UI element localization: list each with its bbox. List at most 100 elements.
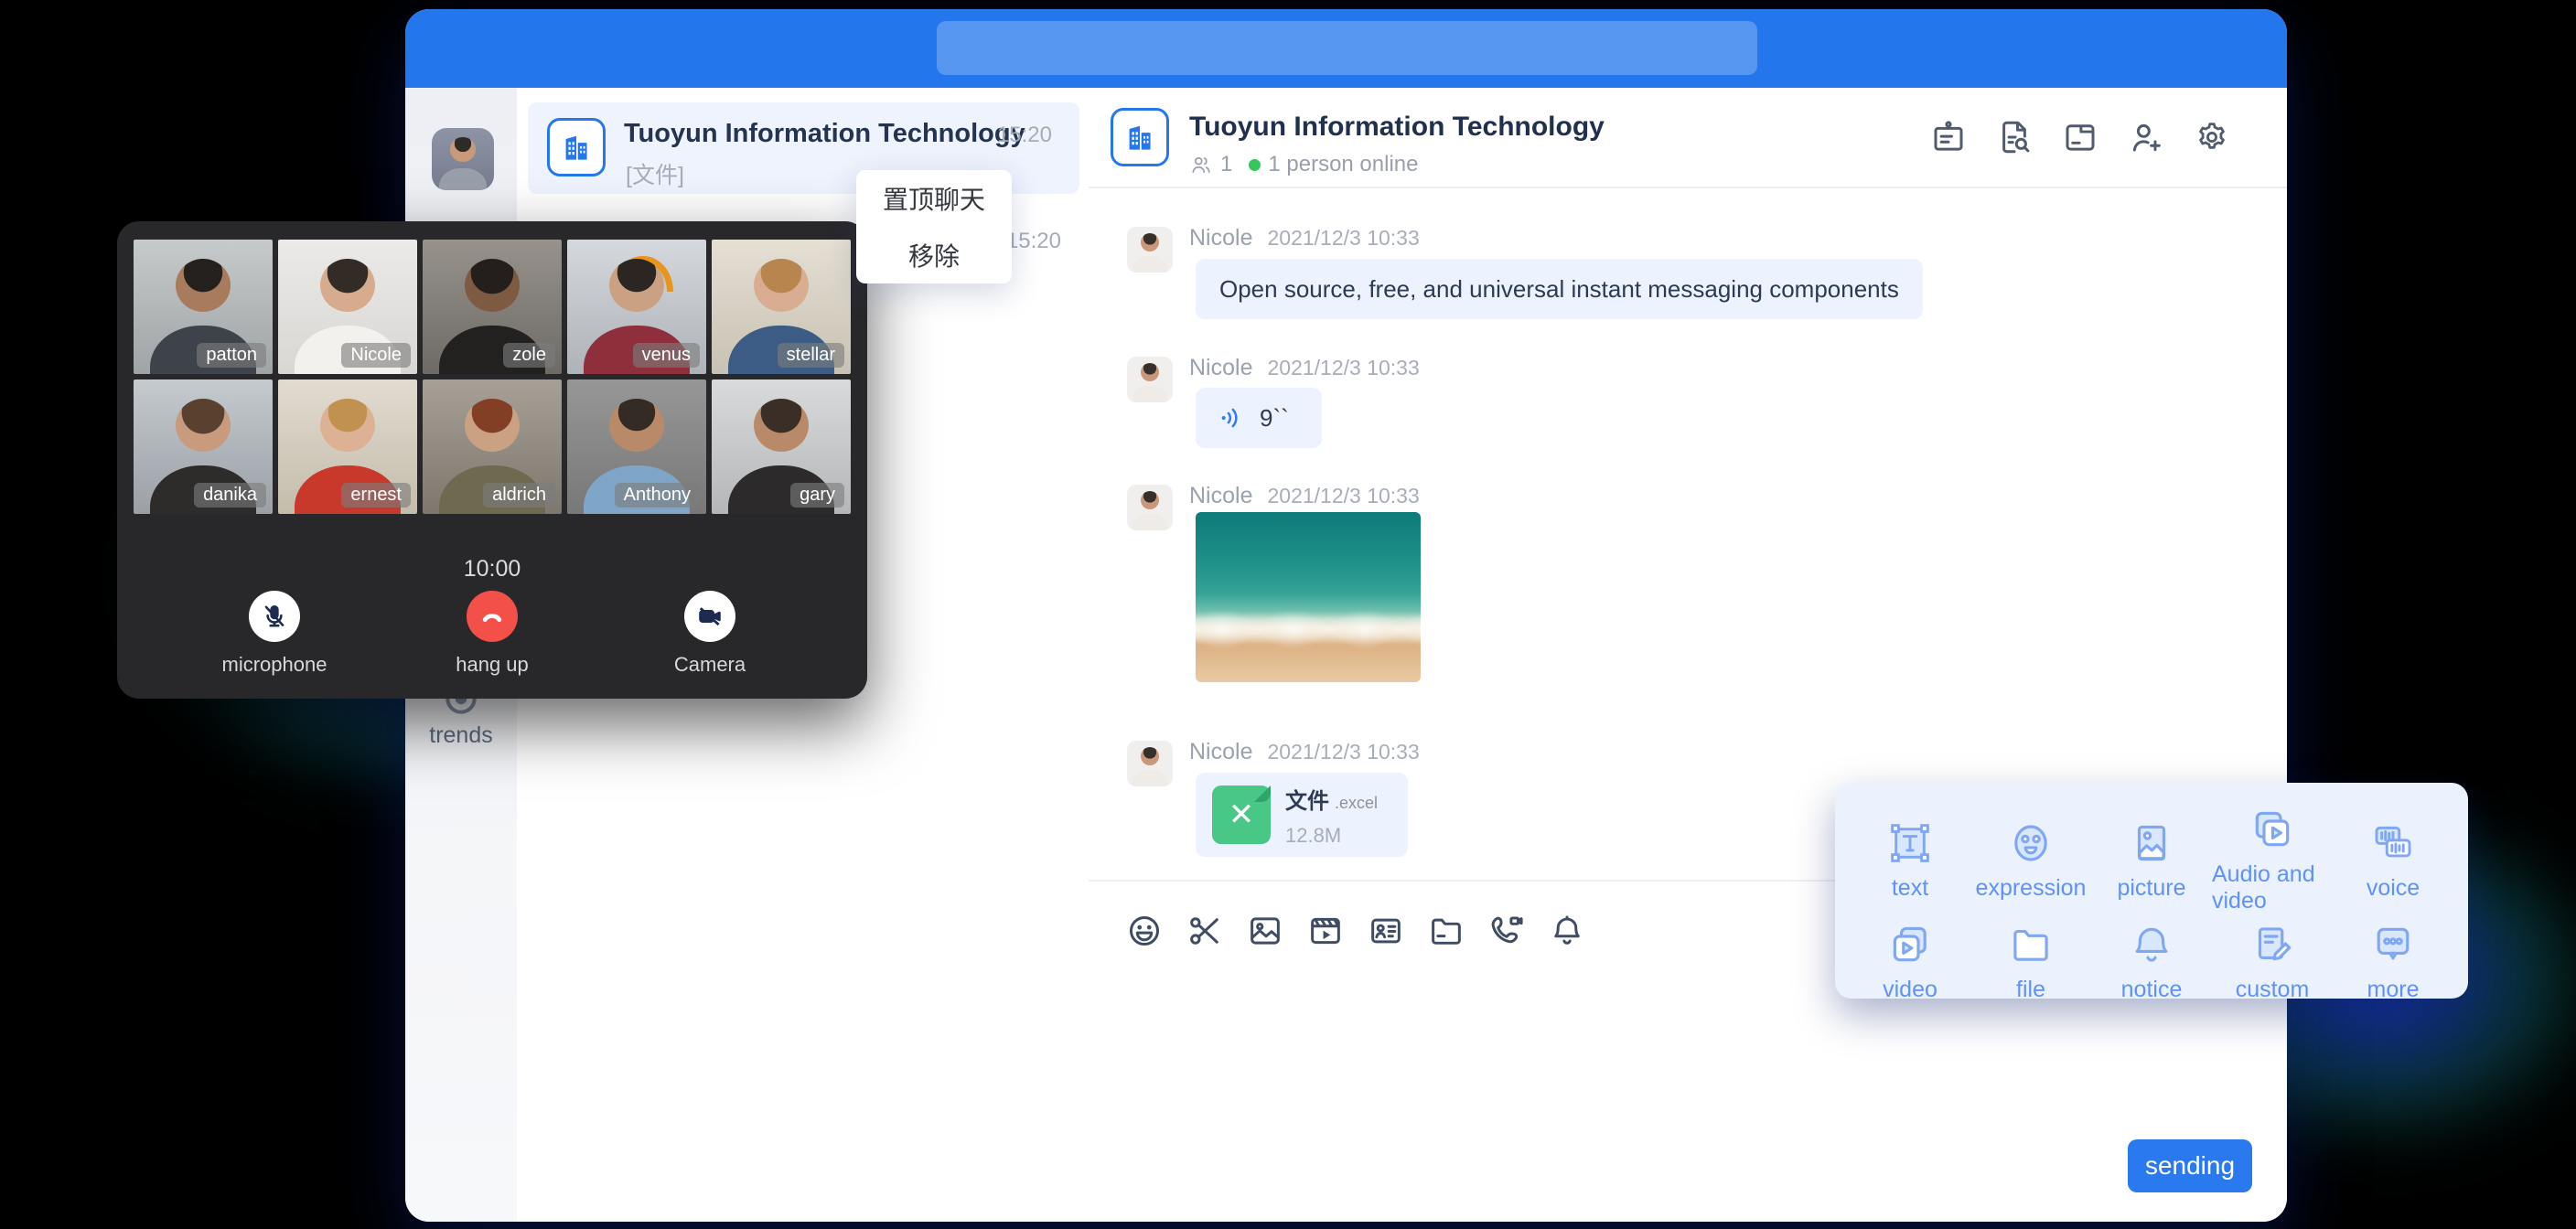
participant-name: aldrich [483,483,555,508]
voice-wave-icon [1218,403,1247,433]
panel-item-picture[interactable]: picture [2091,805,2212,914]
online-dot [1249,159,1261,171]
folder-icon [1427,912,1465,950]
sender-name: Nicole [1189,355,1252,380]
participant-tile: Nicole [278,240,417,374]
add-member-button[interactable] [2126,117,2166,157]
message-time: 2021/12/3 10:33 [1267,484,1419,508]
message-avatar[interactable] [1127,227,1173,273]
more-icon [2368,920,2418,969]
microphone-muted-icon [259,601,290,632]
hangup-circle[interactable] [467,591,518,642]
panel-label: expression [1976,875,2087,902]
add-member-icon [2127,118,2165,156]
conversation-time: 15:20 [997,123,1052,148]
panel-item-text[interactable]: text [1850,805,1970,914]
participant-name: Anthony [615,483,700,508]
picture-icon [2127,818,2176,868]
chat-title: Tuoyun Information Technology [1189,112,1605,143]
audio-video-icon [2248,805,2297,854]
panel-item-voice[interactable]: voice [2333,805,2453,914]
hang-up-icon [477,601,508,632]
avatar-silhouette [1127,485,1173,530]
panel-item-custom[interactable]: custom [2212,920,2333,1003]
panel-item-video[interactable]: video [1850,920,1970,1003]
camera-toggle[interactable]: Camera [629,591,790,677]
image-message-beach[interactable] [1196,512,1421,682]
panel-item-more[interactable]: more [2333,920,2453,1003]
chat-history-button[interactable] [1994,117,2034,157]
search-bar[interactable] [937,21,1757,75]
avatar-silhouette [432,128,494,190]
participant-tile: ernest [278,379,417,514]
participant-name: Nicole [341,343,411,368]
voice-message-bubble[interactable]: 9`` [1196,388,1322,448]
mic-label: microphone [194,653,355,677]
conversation-title: Tuoyun Information Technology [624,119,1025,149]
send-button[interactable]: sending [2128,1139,2252,1192]
avatar-silhouette [1127,741,1173,786]
message-avatar[interactable] [1127,357,1173,402]
menu-item-pin-chat[interactable]: 置顶聊天 [856,170,1012,227]
message-avatar[interactable] [1127,741,1173,786]
file-message-bubble[interactable]: ✕ 文件.excel 12.8M [1196,773,1408,857]
hang-up-button[interactable]: hang up [412,591,573,677]
participant-name: danika [194,483,266,508]
avatar-silhouette [1127,227,1173,273]
panel-label: voice [2367,875,2420,902]
camera-label: Camera [629,653,790,677]
participant-tile: stellar [712,240,851,374]
screenshot-icon [1186,912,1224,950]
menu-item-remove[interactable]: 移除 [856,227,1012,283]
participant-name: gary [790,483,844,508]
video-call-button[interactable] [1487,912,1526,950]
files-icon [2061,118,2099,156]
context-menu: 置顶聊天 移除 [856,170,1012,283]
panel-label: custom [2236,977,2310,1003]
emoji-button[interactable] [1125,912,1164,950]
chat-panel: Tuoyun Information Technology 1 1 person… [1089,88,2287,1222]
image-button[interactable] [1246,912,1284,950]
settings-button[interactable] [2192,117,2232,157]
file-ext: .excel [1335,794,1378,812]
panel-label: more [2367,977,2420,1003]
user-avatar[interactable] [432,128,494,190]
camera-circle[interactable] [684,591,735,642]
video-button[interactable] [1306,912,1345,950]
avatar-silhouette [1127,357,1173,402]
announcement-button[interactable] [1928,117,1969,157]
files-button[interactable] [2060,117,2100,157]
chat-subtitle: 1 1 person online [1189,152,1418,177]
camera-muted-icon [694,601,725,632]
screenshot-button[interactable] [1186,912,1224,950]
message-type-panel: text expression picture Audio and video … [1835,783,2468,999]
notification-button[interactable] [1548,912,1586,950]
participant-name: ernest [341,483,411,508]
microphone-toggle[interactable]: microphone [194,591,355,677]
panel-item-file[interactable]: file [1970,920,2091,1003]
panel-label: picture [2117,875,2185,902]
mic-circle[interactable] [249,591,300,642]
panel-item-audio-video[interactable]: Audio and video [2212,805,2333,914]
message-time: 2021/12/3 10:33 [1267,356,1419,379]
group-avatar [547,118,606,176]
message-avatar[interactable] [1127,485,1173,530]
contact-card-button[interactable] [1367,912,1405,950]
panel-label: video [1883,977,1937,1003]
video-message-icon [1885,920,1935,969]
file-name-row: 文件.excel [1285,783,1378,815]
custom-icon [2248,920,2297,969]
panel-item-notice[interactable]: notice [2091,920,2212,1003]
folder-button[interactable] [1427,912,1465,950]
call-controls: microphone hang up Camera [117,591,867,677]
group-avatar [1111,108,1169,166]
chat-header: Tuoyun Information Technology 1 1 person… [1089,88,2287,188]
text-message-bubble[interactable]: Open source, free, and universal instant… [1196,259,1923,319]
chat-history-search-icon [1995,118,2034,156]
excel-x-glyph: ✕ [1229,799,1255,830]
file-size: 12.8M [1285,824,1378,848]
panel-label: Audio and video [2212,861,2333,914]
panel-item-expression[interactable]: expression [1970,805,2091,914]
settings-icon [2193,118,2231,156]
message-time: 2021/12/3 10:33 [1267,226,1419,250]
